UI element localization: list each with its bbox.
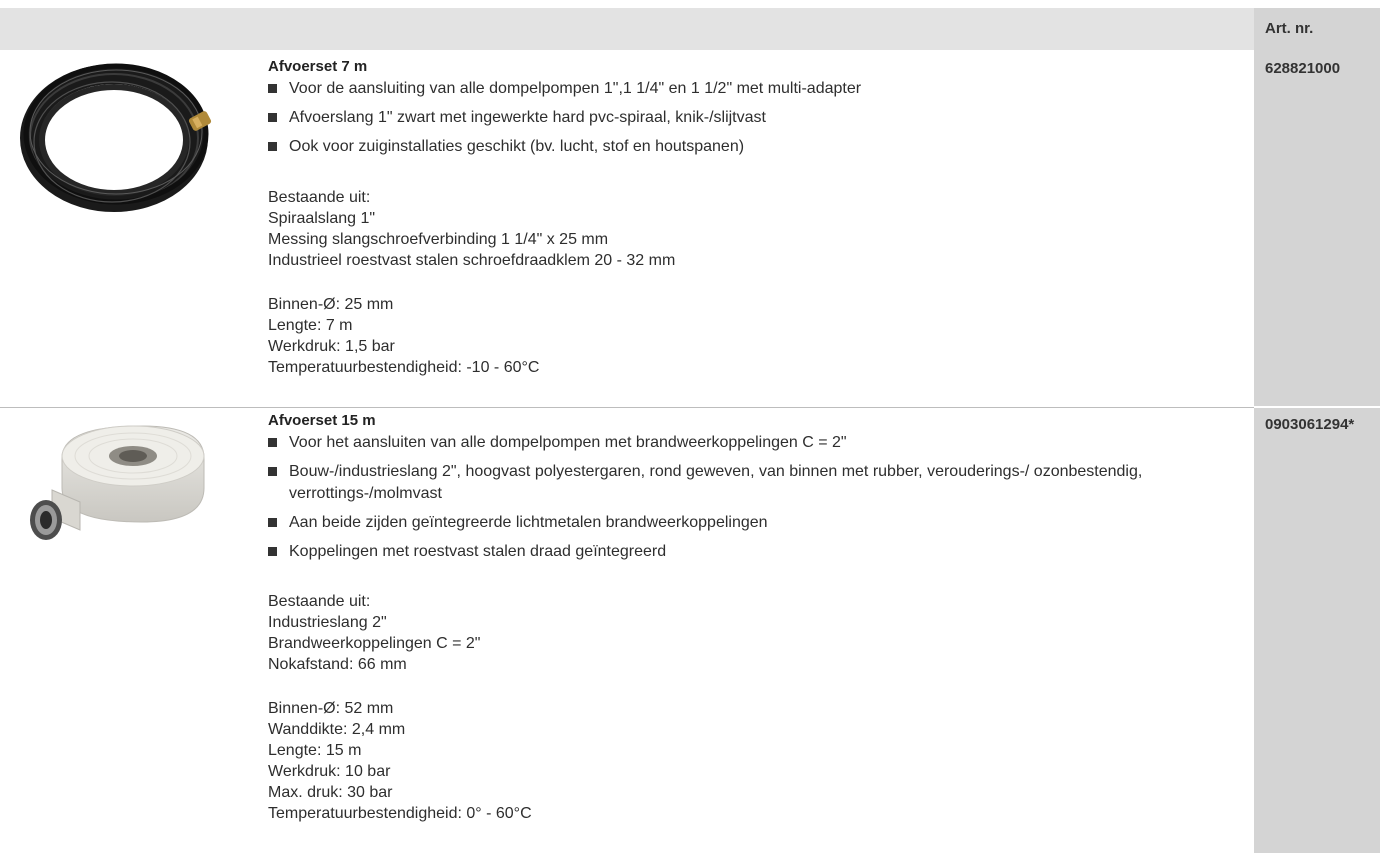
feature-item: Afvoerslang 1" zwart met ingewerkte hard… xyxy=(268,107,1248,129)
product-image-white-fire-hose xyxy=(30,425,205,540)
consists-item: Spiraalslang 1" xyxy=(268,210,376,227)
consists-label: Bestaande uit: xyxy=(268,189,371,206)
consists-item: Nokafstand: 66 mm xyxy=(268,656,407,673)
spec-item: Werkdruk: 1,5 bar xyxy=(268,338,395,355)
consists-item: Brandweerkoppelingen C = 2" xyxy=(268,635,481,652)
spec-item: Lengte: 7 m xyxy=(268,317,353,334)
bullet-square-icon xyxy=(268,518,277,527)
artnr-column-header: Art. nr. xyxy=(1265,20,1314,37)
feature-item: Voor het aansluiten van alle dompelpompe… xyxy=(268,432,1248,454)
product-afvoerset-7m: Afvoerset 7 m Voor de aansluiting van al… xyxy=(268,58,1248,378)
spec-item: Binnen-Ø: 25 mm xyxy=(268,296,394,313)
article-number: 628821000 xyxy=(1265,60,1341,77)
bullet-square-icon xyxy=(268,142,277,151)
spec-item: Werkdruk: 10 bar xyxy=(268,763,391,780)
consists-item: Industrieel roestvast stalen schroefdraa… xyxy=(268,252,676,269)
article-number: 0903061294* xyxy=(1265,416,1355,433)
feature-item: Voor de aansluiting van alle dompelpompe… xyxy=(268,78,1248,100)
feature-item: Koppelingen met roestvast stalen draad g… xyxy=(268,541,1248,563)
spec-item: Max. druk: 30 bar xyxy=(268,784,393,801)
product-title: Afvoerset 15 m xyxy=(268,412,376,429)
row-divider-line xyxy=(0,407,1254,408)
spec-item: Temperatuurbestendigheid: 0° - 60°C xyxy=(268,805,532,822)
consists-item: Messing slangschroefverbinding 1 1/4" x … xyxy=(268,231,609,248)
bullet-square-icon xyxy=(268,547,277,556)
feature-list: Voor de aansluiting van alle dompelpompe… xyxy=(268,78,1248,158)
bullet-square-icon xyxy=(268,84,277,93)
bullet-square-icon xyxy=(268,467,277,476)
feature-item: Aan beide zijden geïntegreerde lichtmeta… xyxy=(268,512,1248,534)
spec-item: Binnen-Ø: 52 mm xyxy=(268,700,394,717)
product-afvoerset-15m: Afvoerset 15 m Voor het aansluiten van a… xyxy=(268,412,1248,824)
bullet-square-icon xyxy=(268,438,277,447)
spec-item: Lengte: 15 m xyxy=(268,742,362,759)
consists-item: Industrieslang 2" xyxy=(268,614,387,631)
feature-list: Voor het aansluiten van alle dompelpompe… xyxy=(268,432,1248,563)
table-header-bar xyxy=(0,8,1254,50)
consists-label: Bestaande uit: xyxy=(268,593,371,610)
feature-item: Ook voor zuiginstallaties geschikt (bv. … xyxy=(268,136,1248,158)
spec-item: Wanddikte: 2,4 mm xyxy=(268,721,406,738)
product-image-black-hose xyxy=(20,63,212,212)
bullet-square-icon xyxy=(268,113,277,122)
product-title: Afvoerset 7 m xyxy=(268,58,368,75)
spec-item: Temperatuurbestendigheid: -10 - 60°C xyxy=(268,359,540,376)
feature-item: Bouw-/industrieslang 2", hoogvast polyes… xyxy=(268,461,1248,505)
